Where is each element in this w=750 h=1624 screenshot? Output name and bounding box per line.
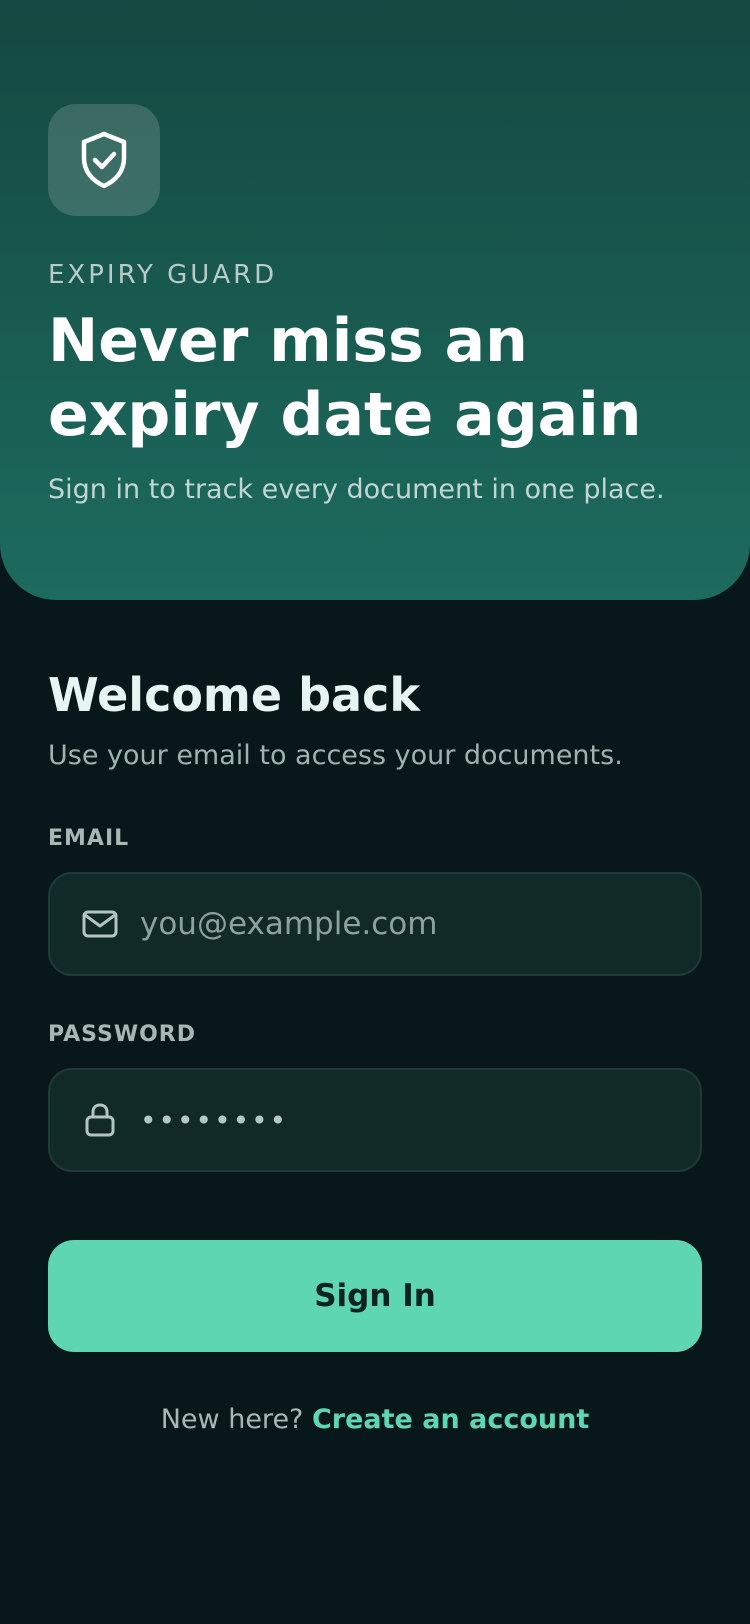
signup-prompt: New here? — [160, 1404, 304, 1435]
sign-in-button[interactable]: Sign In — [48, 1240, 702, 1352]
shield-check-icon — [81, 131, 127, 189]
create-account-link[interactable]: Create an account — [312, 1404, 589, 1435]
lock-icon — [82, 1102, 118, 1138]
app-eyebrow: EXPIRY GUARD — [48, 260, 278, 290]
password-value[interactable]: •••••••• — [140, 1104, 288, 1137]
email-field[interactable]: you@example.com — [48, 872, 702, 976]
hero-panel: EXPIRY GUARD Never miss an expiry date a… — [0, 0, 750, 600]
password-field[interactable]: •••••••• — [48, 1068, 702, 1172]
email-label: EMAIL — [48, 826, 130, 851]
password-label: PASSWORD — [48, 1022, 197, 1047]
hero-title: Never miss an expiry date again — [48, 306, 642, 450]
logo-tile — [48, 104, 160, 216]
mail-icon — [82, 906, 118, 942]
signup-prompt-line: New here? Create an account — [0, 1404, 750, 1435]
hero-subtitle: Sign in to track every document in one p… — [48, 474, 665, 505]
login-heading: Welcome back — [48, 668, 420, 722]
email-placeholder[interactable]: you@example.com — [140, 906, 437, 942]
login-subheading: Use your email to access your documents. — [48, 740, 623, 771]
